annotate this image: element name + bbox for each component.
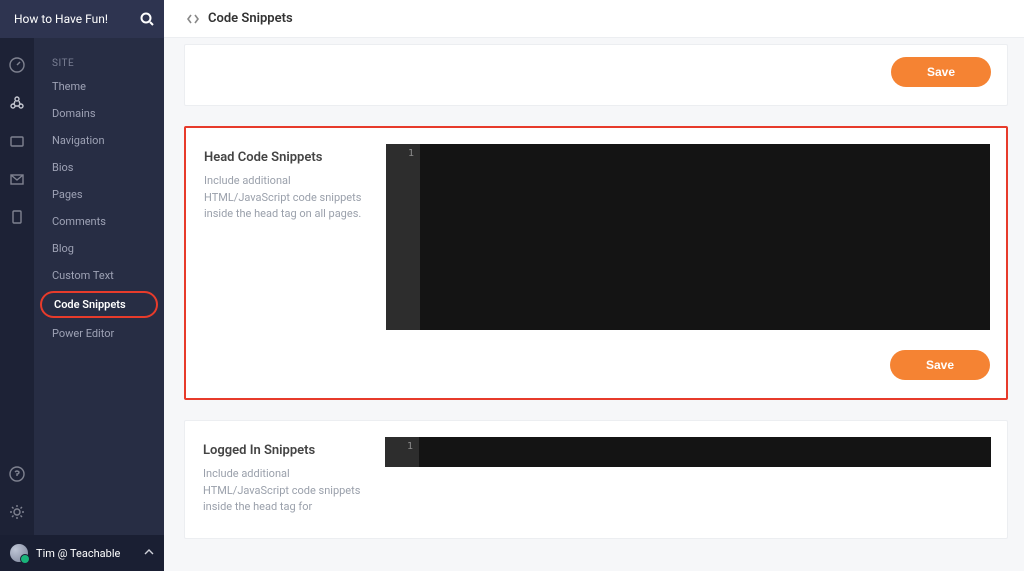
site-name: How to Have Fun! <box>14 12 108 26</box>
search-icon[interactable] <box>140 12 154 26</box>
user-footer[interactable]: Tim @ Teachable <box>0 535 164 571</box>
sidebar-item-code-snippets[interactable]: Code Snippets <box>40 291 158 318</box>
card-description: Include additional HTML/JavaScript code … <box>204 173 368 223</box>
sidebar-item-label: Navigation <box>52 134 105 147</box>
sidebar-item-pages[interactable]: Pages <box>34 181 164 208</box>
card-description: Include additional HTML/JavaScript code … <box>203 466 367 516</box>
card-info: Head Code Snippets Include additional HT… <box>186 128 386 398</box>
code-icon <box>186 12 200 26</box>
sidebar-item-blog[interactable]: Blog <box>34 235 164 262</box>
sidebar-item-label: Power Editor <box>52 327 114 340</box>
editor-gutter: 1 <box>385 437 419 467</box>
sidebar-item-custom-text[interactable]: Custom Text <box>34 262 164 289</box>
dashboard-icon[interactable] <box>8 56 26 74</box>
sidebar-item-label: Custom Text <box>52 269 114 282</box>
avatar <box>10 544 28 562</box>
chevron-up-icon <box>144 548 154 558</box>
page-title: Code Snippets <box>208 11 293 26</box>
sidebar-item-label: Code Snippets <box>54 298 126 311</box>
sidebar-item-label: Blog <box>52 242 74 255</box>
mail-icon[interactable] <box>8 170 26 188</box>
editor-code-area[interactable] <box>420 144 990 330</box>
sidebar-item-navigation[interactable]: Navigation <box>34 127 164 154</box>
user-name: Tim @ Teachable <box>36 547 120 560</box>
content-scroll[interactable]: Save Head Code Snippets Include addition… <box>164 38 1024 571</box>
sidebar: SITE Theme Domains Navigation Bios Pages… <box>34 0 164 571</box>
code-editor[interactable]: 1 <box>385 437 991 467</box>
line-number: 1 <box>385 441 413 452</box>
device-icon[interactable] <box>8 208 26 226</box>
site-header: How to Have Fun! <box>0 0 164 38</box>
sidebar-item-power-editor[interactable]: Power Editor <box>34 320 164 347</box>
sidebar-item-label: Pages <box>52 188 83 201</box>
card-logged-in-snippets: Logged In Snippets Include additional HT… <box>184 420 1008 539</box>
media-icon[interactable] <box>8 132 26 150</box>
icon-rail <box>0 0 34 571</box>
main: Code Snippets Save Head Code Snippets In… <box>164 0 1024 571</box>
sidebar-item-label: Theme <box>52 80 86 93</box>
main-header: Code Snippets <box>164 0 1024 38</box>
editor-gutter: 1 <box>386 144 420 330</box>
sidebar-item-label: Bios <box>52 161 73 174</box>
site-icon[interactable] <box>8 94 26 112</box>
card-top-partial: Save <box>184 44 1008 106</box>
line-number: 1 <box>386 148 414 159</box>
card-title: Head Code Snippets <box>204 150 368 165</box>
save-button[interactable]: Save <box>890 350 990 380</box>
save-button[interactable]: Save <box>891 57 991 87</box>
card-info: Logged In Snippets Include additional HT… <box>185 421 385 538</box>
sidebar-section-label: SITE <box>34 48 164 73</box>
sidebar-item-label: Domains <box>52 107 96 120</box>
gear-icon[interactable] <box>8 503 26 521</box>
card-head-snippets: Head Code Snippets Include additional HT… <box>184 126 1008 400</box>
sidebar-item-comments[interactable]: Comments <box>34 208 164 235</box>
code-editor[interactable]: 1 <box>386 144 990 330</box>
sidebar-item-bios[interactable]: Bios <box>34 154 164 181</box>
help-icon[interactable] <box>8 465 26 483</box>
sidebar-item-theme[interactable]: Theme <box>34 73 164 100</box>
sidebar-item-label: Comments <box>52 215 106 228</box>
editor-code-area[interactable] <box>419 437 991 467</box>
card-title: Logged In Snippets <box>203 443 367 458</box>
sidebar-item-domains[interactable]: Domains <box>34 100 164 127</box>
